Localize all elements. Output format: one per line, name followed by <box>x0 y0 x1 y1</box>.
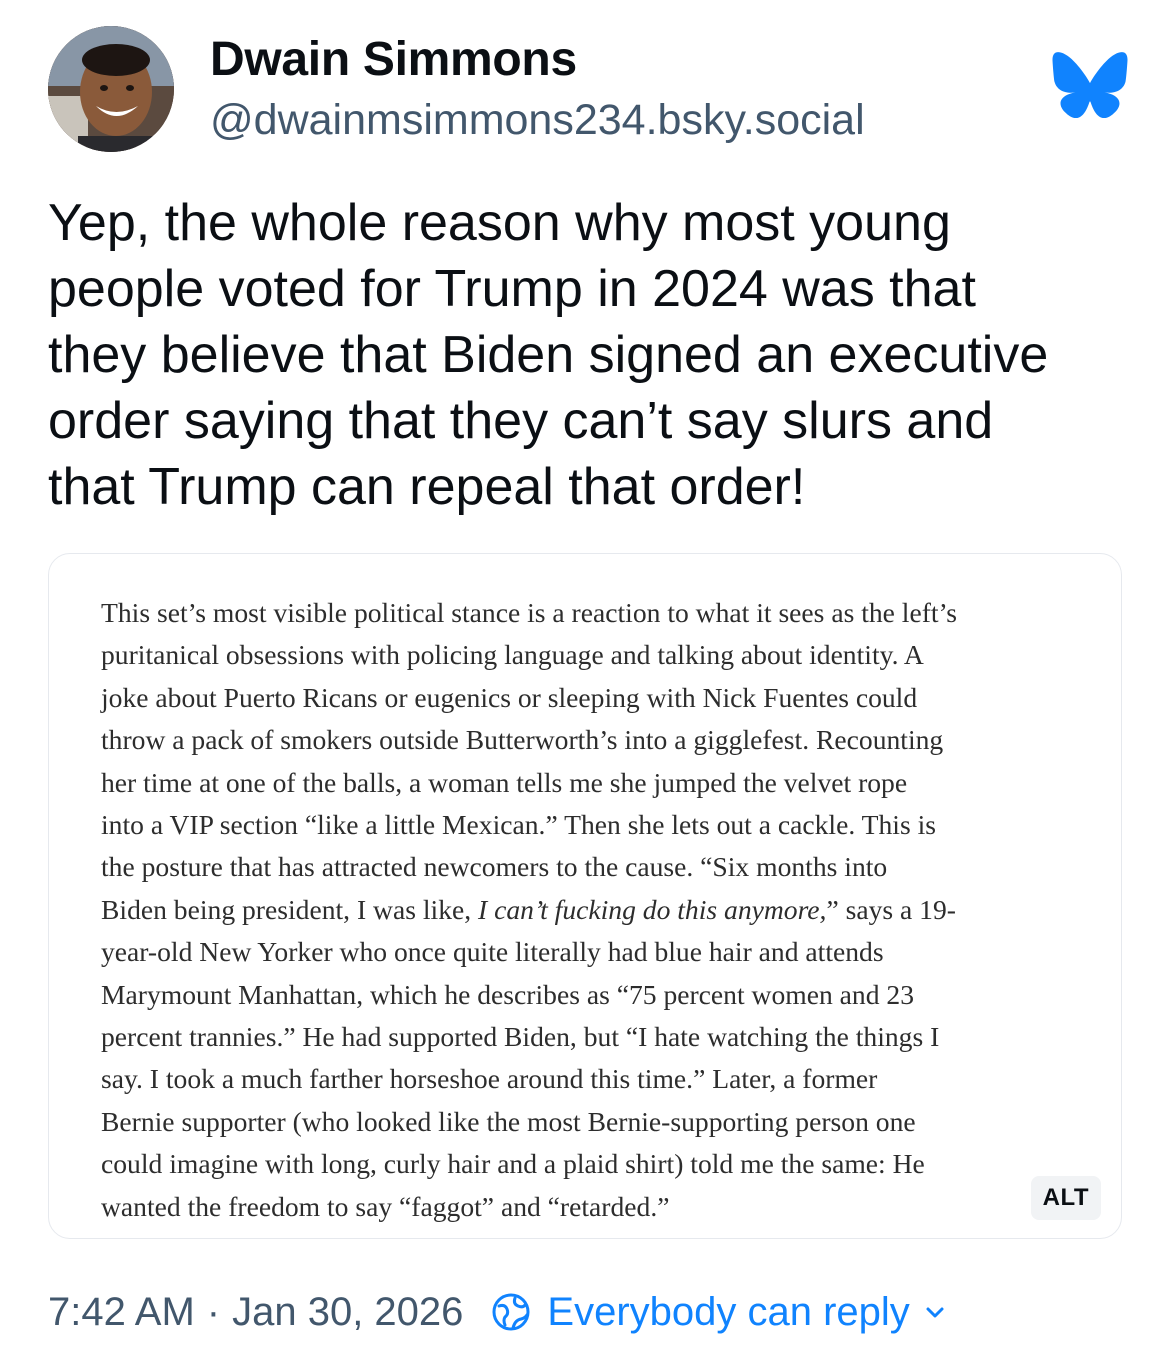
chevron-down-icon <box>926 1307 944 1318</box>
quote-line: throw a pack of smokers outside Butterwo… <box>101 724 944 756</box>
quote-line: puritanical obsessions with policing lan… <box>101 639 924 671</box>
reply-setting-label: Everybody can reply <box>547 1289 910 1334</box>
globe-icon <box>492 1293 530 1331</box>
author-name[interactable]: Dwain Simmons <box>210 32 577 87</box>
quote-line: her time at one of the balls, a woman te… <box>101 766 908 798</box>
avatar-photo <box>48 26 174 152</box>
quote-line: wanted the freedom to say “faggot” and “… <box>101 1190 670 1222</box>
separator: · <box>206 1289 221 1334</box>
avatar[interactable] <box>48 26 174 152</box>
post-date: Jan 30, 2026 <box>232 1289 464 1334</box>
quote-line: This set’s most visible political stance… <box>101 597 957 628</box>
quote-line: into a VIP section “like a little Mexica… <box>101 809 937 841</box>
quote-fragment: Biden being president, I was like, <box>101 893 479 925</box>
quote-line: the posture that has attracted newcomers… <box>101 851 888 883</box>
butterfly-icon[interactable] <box>1052 52 1128 118</box>
post-image[interactable]: This set’s most visible political stance… <box>48 553 1122 1239</box>
author-handle[interactable]: @dwainmsimmons234.bsky.social <box>210 96 865 145</box>
quote-line: year-old New Yorker who once quite liter… <box>101 936 884 968</box>
quote-line: Bernie supporter (who looked like the mo… <box>101 1105 916 1137</box>
quote-line: Marymount Manhattan, which he describes … <box>101 978 915 1010</box>
quoted-article-text: This set’s most visible political stance… <box>101 592 1061 1228</box>
reply-setting-button[interactable]: Everybody can reply <box>491 1290 947 1335</box>
quote-line: could imagine with long, curly hair and … <box>101 1148 925 1180</box>
post-footer: 7:42 AM · Jan 30, 2026 Everybody can rep… <box>48 1284 1128 1340</box>
quote-fragment: ” says a 19- <box>826 893 956 925</box>
quote-line: percent trannies.” He had supported Bide… <box>101 1021 940 1053</box>
quote-line-biden: Biden being president, I was like, I can… <box>101 894 956 925</box>
post-header: Dwain Simmons @dwainmsimmons234.bsky.soc… <box>48 22 1128 152</box>
quote-line: say. I took a much farther horseshoe aro… <box>101 1063 878 1095</box>
quote-line: joke about Puerto Ricans or eugenics or … <box>101 681 918 713</box>
quote-italic-fragment: I can’t fucking do this anymore, <box>478 893 827 925</box>
post-time: 7:42 AM <box>48 1289 195 1334</box>
post-text: Yep, the whole reason why most young peo… <box>48 194 1049 516</box>
alt-text-button[interactable]: ALT <box>1030 1176 1101 1220</box>
